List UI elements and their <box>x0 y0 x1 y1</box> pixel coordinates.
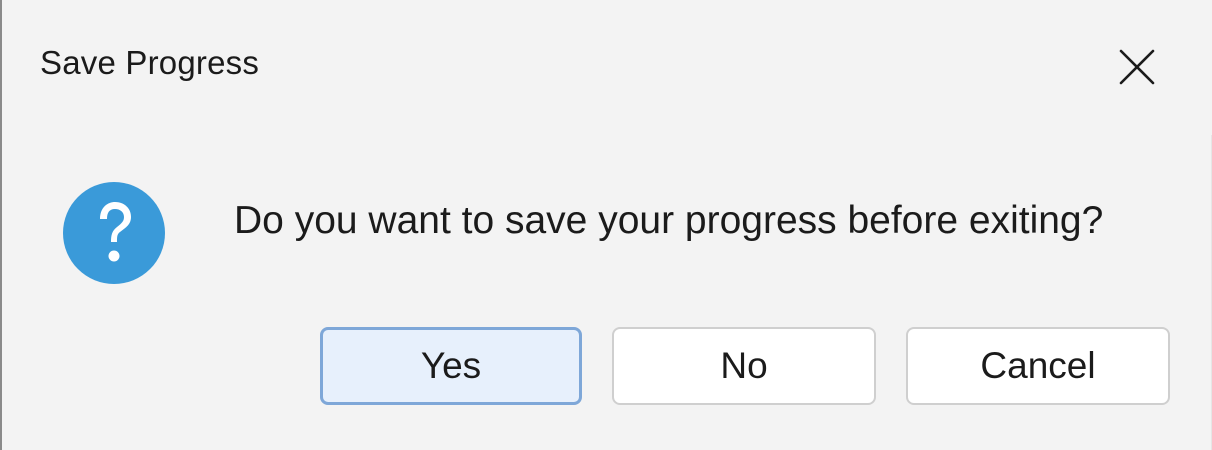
dialog-message: Do you want to save your progress before… <box>234 199 1104 242</box>
title-bar: Save Progress <box>2 0 1212 135</box>
cancel-button[interactable]: Cancel <box>906 327 1170 405</box>
question-icon <box>63 182 165 284</box>
dialog-title: Save Progress <box>40 44 260 81</box>
close-icon <box>1119 49 1155 85</box>
save-progress-dialog: Save Progress Do you want to save your p… <box>0 0 1212 450</box>
close-button[interactable] <box>1092 22 1182 112</box>
no-button[interactable]: No <box>612 327 876 405</box>
dialog-body: Do you want to save your progress before… <box>2 135 1212 450</box>
yes-button[interactable]: Yes <box>320 327 582 405</box>
